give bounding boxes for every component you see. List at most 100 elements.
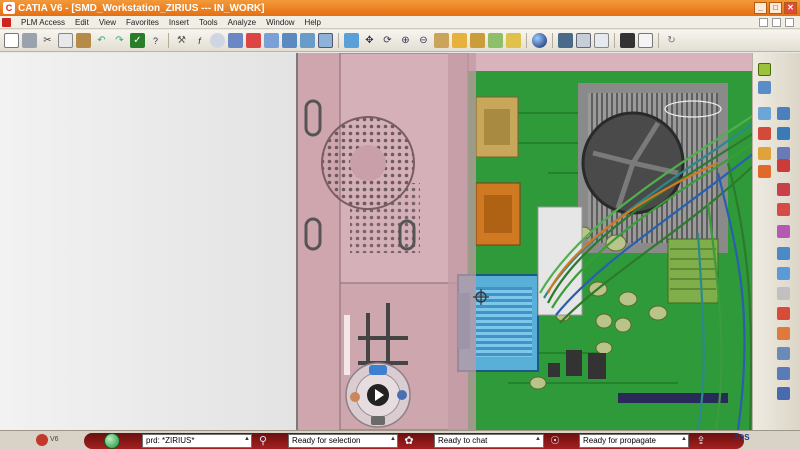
grid-icon[interactable] <box>594 33 609 48</box>
hand-icon[interactable] <box>350 392 360 402</box>
menu-tools[interactable]: Tools <box>199 18 218 27</box>
search-field[interactable]: prd: *ZIRIUS* <box>142 434 252 448</box>
normal-view-icon[interactable] <box>434 33 449 48</box>
menu-analyze[interactable]: Analyze <box>228 18 256 27</box>
zoom-out-icon[interactable]: ⊖ <box>416 33 431 48</box>
clash-icon[interactable] <box>777 247 790 260</box>
robot-navigation-widget[interactable] <box>344 361 412 429</box>
menu-insert[interactable]: Insert <box>169 18 189 27</box>
print-icon[interactable] <box>22 33 37 48</box>
doc-restore-button[interactable] <box>772 17 781 27</box>
propagate-dropdown-icon[interactable]: ▲ <box>681 436 688 443</box>
whats-this-icon[interactable]: ✓ <box>130 33 145 48</box>
cut-icon[interactable]: ✂ <box>40 33 55 48</box>
product-icon[interactable] <box>777 287 790 300</box>
plane-icon[interactable] <box>777 183 790 196</box>
minimize-button[interactable]: _ <box>754 2 767 14</box>
globe-icon[interactable] <box>104 433 120 449</box>
toolbar-separator <box>614 33 615 48</box>
shading-icon[interactable] <box>470 33 485 48</box>
tree-icon[interactable] <box>300 33 315 48</box>
help-icon[interactable]: ? <box>148 33 163 48</box>
manipulate-icon[interactable] <box>777 347 790 360</box>
undo-icon[interactable]: ↶ <box>94 33 109 48</box>
compare-icon[interactable] <box>777 387 790 400</box>
gear-icon[interactable]: ✿ <box>402 434 416 448</box>
catalog-icon[interactable] <box>228 33 243 48</box>
status-bar: V6 prd: *ZIRIUS* ▲ ⚲ Ready for selection… <box>0 430 800 450</box>
menu-favorites[interactable]: Favorites <box>126 18 159 27</box>
fx-icon[interactable]: f <box>192 33 207 48</box>
standard-toolbar: ✂ ↶ ↷ ✓ ? ⚒ f ✥ ⟳ ⊕ ⊖ ↻ <box>0 30 800 52</box>
toolbar-separator <box>526 33 527 48</box>
clipboard-icon[interactable] <box>638 33 653 48</box>
maximize-button[interactable]: □ <box>769 2 782 14</box>
selection-status-field: Ready for selection <box>288 434 398 448</box>
measure-icon[interactable] <box>758 147 771 160</box>
bill-icon[interactable] <box>758 165 771 178</box>
snap-icon[interactable] <box>777 327 790 340</box>
specification-tree-area[interactable] <box>0 53 296 430</box>
redo-icon[interactable]: ↷ <box>112 33 127 48</box>
scene-icon[interactable] <box>777 367 790 380</box>
menu-window[interactable]: Window <box>266 18 294 27</box>
route-icon[interactable] <box>758 127 771 140</box>
doc-close-button[interactable] <box>785 17 794 27</box>
compass-icon[interactable] <box>758 63 771 76</box>
video-icon[interactable] <box>620 33 635 48</box>
menu-plm-access[interactable]: PLM Access <box>21 18 65 27</box>
new-icon[interactable] <box>4 33 19 48</box>
menu-help[interactable]: Help <box>305 18 321 27</box>
sphere-icon[interactable] <box>532 33 547 48</box>
publish-icon[interactable] <box>246 33 261 48</box>
zoom-in-icon[interactable]: ⊕ <box>398 33 413 48</box>
constraint-icon[interactable] <box>777 127 790 140</box>
properties-icon[interactable] <box>576 33 591 48</box>
fastener-icon[interactable] <box>777 203 790 216</box>
refresh-icon[interactable]: ↻ <box>664 33 679 48</box>
people-icon[interactable] <box>369 365 387 375</box>
doc-icon[interactable] <box>371 416 385 425</box>
paste-icon[interactable] <box>76 33 91 48</box>
power-connector <box>537 206 583 316</box>
annotation-icon[interactable] <box>777 225 790 238</box>
doc-minimize-button[interactable] <box>759 17 768 27</box>
selection-dropdown-icon[interactable]: ▲ <box>390 436 397 443</box>
formula-icon[interactable]: ⚒ <box>174 33 189 48</box>
share-icon[interactable] <box>264 33 279 48</box>
pan-icon[interactable]: ✥ <box>362 33 377 48</box>
explode-icon[interactable] <box>758 107 771 120</box>
3d-viewport[interactable] <box>296 53 752 430</box>
chat-icon[interactable]: ☉ <box>548 434 562 448</box>
hide-show-icon[interactable] <box>488 33 503 48</box>
move-icon[interactable] <box>777 307 790 320</box>
rotate-icon[interactable]: ⟳ <box>380 33 395 48</box>
menu-view[interactable]: View <box>99 18 116 27</box>
toolbar-separator <box>338 33 339 48</box>
menu-bar: PLM Access Edit View Favorites Insert To… <box>0 16 800 29</box>
table-icon[interactable] <box>318 33 333 48</box>
window-controls: _ □ ✕ <box>754 2 797 14</box>
chat-dropdown-icon[interactable]: ▲ <box>535 436 542 443</box>
catalog-icon[interactable] <box>777 159 790 172</box>
connect-icon[interactable] <box>777 107 790 120</box>
menu-edit[interactable]: Edit <box>75 18 89 27</box>
lock-icon[interactable] <box>282 33 297 48</box>
iso-view-icon[interactable] <box>452 33 467 48</box>
toolbar-separator <box>658 33 659 48</box>
close-button[interactable]: ✕ <box>784 2 797 14</box>
window-title: CATIA V6 - [SMD_Workstation_ZIRIUS --- I… <box>18 2 265 14</box>
search-dropdown-icon[interactable]: ▲ <box>244 436 251 443</box>
edit-icon[interactable] <box>758 81 771 94</box>
fit-all-icon[interactable] <box>344 33 359 48</box>
network-icon[interactable] <box>397 390 407 400</box>
capture-icon[interactable] <box>558 33 573 48</box>
search-icon[interactable]: ⚲ <box>256 434 270 448</box>
comment-icon[interactable] <box>210 33 225 48</box>
swap-icon[interactable] <box>506 33 521 48</box>
copy-icon[interactable] <box>58 33 73 48</box>
pci-slot <box>618 393 728 403</box>
propagate-icon[interactable]: ⇪ <box>694 434 708 448</box>
v6-logo-icon <box>36 434 48 446</box>
flex-icon[interactable] <box>777 267 790 280</box>
